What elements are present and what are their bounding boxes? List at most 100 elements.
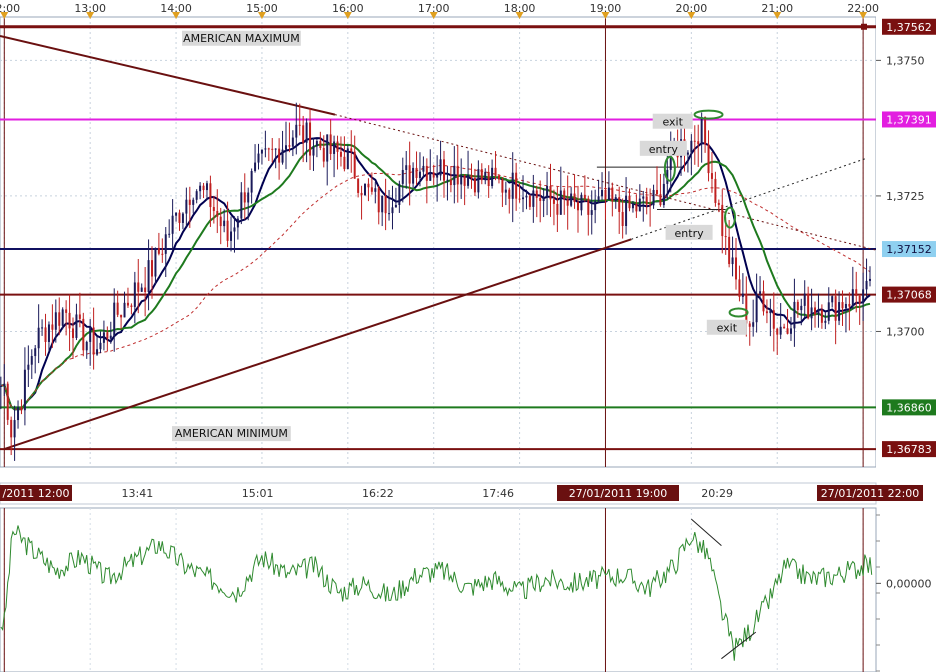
- candle-body: [635, 203, 638, 212]
- candle-body: [274, 148, 277, 150]
- candle-body: [295, 124, 298, 138]
- candle-body: [470, 174, 473, 179]
- candle-body: [817, 310, 820, 315]
- candle-body: [75, 314, 78, 338]
- candle-body: [175, 212, 178, 216]
- candle-body: [281, 149, 284, 163]
- candle-body: [549, 185, 552, 200]
- candle-body: [394, 204, 397, 208]
- candle-body: [0, 385, 2, 387]
- candle-body: [72, 328, 74, 338]
- candle-body: [401, 169, 404, 184]
- candle-body: [769, 310, 772, 314]
- candle-body: [388, 213, 391, 215]
- candle-body: [109, 335, 112, 339]
- candle-body: [271, 148, 274, 150]
- time-axis-highlight-label: /2011 12:00: [3, 487, 70, 500]
- candle-body: [834, 296, 837, 321]
- candle-body: [381, 196, 384, 213]
- candle-body: [17, 407, 20, 421]
- candle-body: [807, 293, 810, 319]
- candle-body: [123, 302, 126, 318]
- candle-body: [793, 301, 796, 329]
- candle-body: [240, 192, 243, 219]
- candle-body: [226, 220, 229, 241]
- candle-body: [181, 213, 184, 223]
- candle-body: [467, 174, 470, 186]
- candle-body: [85, 341, 88, 351]
- candle-body: [865, 280, 868, 290]
- candle-body: [96, 349, 99, 355]
- price-level-label: 1,37152: [886, 243, 932, 256]
- candle-body: [298, 124, 301, 126]
- candle-body: [58, 312, 61, 326]
- candle-body: [333, 141, 336, 154]
- candle-body: [291, 137, 294, 147]
- candle-body: [728, 236, 731, 265]
- candle-body: [625, 195, 628, 226]
- candle-body: [264, 148, 267, 150]
- candle-body: [405, 165, 408, 170]
- candle-body: [594, 201, 597, 211]
- candle-body: [260, 149, 263, 154]
- candle-body: [415, 167, 418, 178]
- candle-body: [601, 190, 604, 197]
- candle-body: [339, 151, 342, 157]
- candle-body: [862, 289, 865, 304]
- candle-body: [23, 369, 26, 411]
- candle-body: [800, 305, 803, 311]
- candle-body: [604, 190, 607, 200]
- time-axis-label: 17:46: [482, 487, 514, 500]
- candle-body: [209, 183, 212, 208]
- candle-body: [309, 122, 312, 156]
- candle-body: [343, 156, 346, 170]
- candle-body: [223, 220, 226, 227]
- candle-body: [284, 145, 287, 150]
- candle-body: [199, 185, 202, 192]
- candle-body: [855, 289, 858, 296]
- candle-body: [656, 189, 658, 195]
- candle-body: [432, 172, 435, 178]
- candle-body: [484, 171, 487, 181]
- candle-body: [219, 216, 222, 227]
- candle-body: [336, 141, 339, 152]
- candle-body: [144, 287, 147, 292]
- candle-body: [741, 293, 744, 297]
- candle-body: [546, 185, 549, 197]
- level-name-label: AMERICAN MINIMUM: [175, 427, 288, 440]
- candle-body: [133, 282, 136, 307]
- candle-body: [322, 147, 325, 162]
- level-handle: [861, 23, 867, 30]
- candle-body: [449, 179, 452, 186]
- candle-body: [765, 311, 768, 314]
- time-axis-label: 20:29: [701, 487, 733, 500]
- candle-body: [690, 140, 693, 153]
- candle-body: [868, 278, 871, 281]
- candle-body: [463, 175, 466, 186]
- candle-body: [305, 122, 308, 143]
- candle-body: [360, 192, 363, 196]
- candle-body: [580, 194, 583, 211]
- candle-body: [137, 282, 140, 292]
- candle-body: [126, 302, 129, 306]
- oscillator-panel: [0, 507, 877, 672]
- candle-body: [724, 236, 727, 238]
- candle-body: [662, 183, 665, 206]
- candle-body: [161, 253, 164, 255]
- candle-body: [528, 195, 531, 207]
- candle-body: [525, 195, 528, 198]
- time-axis-label: 13:41: [122, 487, 154, 500]
- candle-body: [326, 134, 329, 162]
- candle-body: [542, 196, 545, 201]
- candle-body: [762, 291, 765, 312]
- candle-body: [422, 165, 425, 172]
- candle-body: [157, 247, 160, 254]
- candle-body: [3, 383, 6, 386]
- candle-body: [164, 234, 167, 254]
- candle-body: [745, 293, 748, 324]
- annotation-label: entry: [649, 143, 679, 156]
- candle-body: [319, 141, 322, 148]
- candle-body: [357, 178, 360, 193]
- candle-body: [566, 199, 569, 206]
- candle-body: [704, 116, 707, 145]
